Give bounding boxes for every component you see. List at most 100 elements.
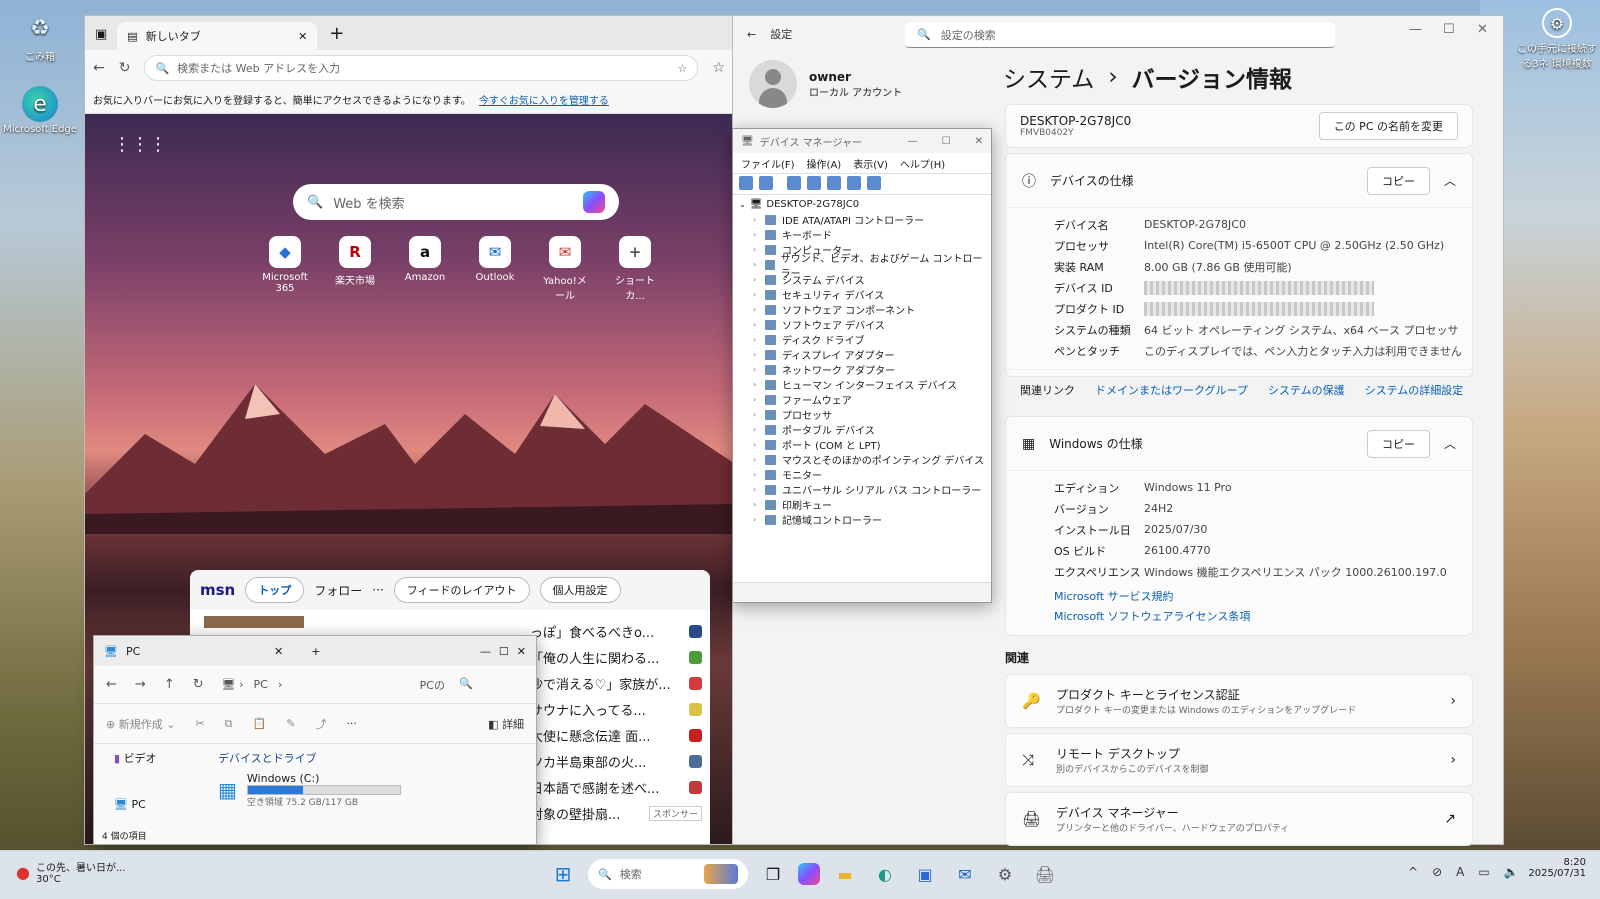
- tree-node[interactable]: › ソフトウェア デバイス: [739, 317, 985, 332]
- chevron-down-icon[interactable]: ⌄: [739, 200, 746, 209]
- new-tab-button[interactable]: +: [329, 23, 344, 44]
- refresh-icon[interactable]: ↻: [193, 677, 204, 692]
- display-icon[interactable]: ▭: [1478, 865, 1489, 879]
- tree-node[interactable]: › プロセッサ: [739, 407, 985, 422]
- volume-icon[interactable]: 🔈: [1504, 865, 1519, 879]
- chevron-right-icon[interactable]: ›: [753, 470, 759, 479]
- related-item[interactable]: ⤨ リモート デスクトップ 別のデバイスからこのデバイスを制御 ›: [1005, 733, 1473, 787]
- minimize-icon[interactable]: —: [1409, 22, 1422, 37]
- news-item[interactable]: サウナに入ってる...: [530, 696, 710, 722]
- chevron-right-icon[interactable]: ›: [753, 440, 759, 449]
- tree-node[interactable]: › ユニバーサル シリアル バス コントローラー: [739, 482, 985, 497]
- tree-node[interactable]: › ソフトウェア コンポーネント: [739, 302, 985, 317]
- tree-node[interactable]: › ネットワーク アダプター: [739, 362, 985, 377]
- group-header[interactable]: デバイスとドライブ: [218, 750, 524, 766]
- view-icon[interactable]: [827, 176, 841, 190]
- news-item[interactable]: 沙で消える♡」家族が...: [530, 670, 710, 696]
- news-item[interactable]: 大使に懸念伝達 面...: [530, 722, 710, 748]
- chevron-right-icon[interactable]: ›: [753, 275, 759, 284]
- close-icon[interactable]: ✕: [975, 136, 983, 147]
- network-icon[interactable]: ⊘: [1432, 865, 1442, 879]
- sidebar-item-video[interactable]: ▮ ビデオ: [114, 750, 206, 772]
- apps-grid-icon[interactable]: ⋮⋮⋮: [113, 134, 167, 155]
- tree-node[interactable]: › IDE ATA/ATAPI コントローラー: [739, 212, 985, 227]
- outlook-icon[interactable]: ✉: [950, 859, 980, 889]
- news-item[interactable]: 日本語で感謝を述べ...: [530, 774, 710, 800]
- manage-favorites-link[interactable]: 今すぐお気に入りを管理する: [479, 92, 609, 107]
- more-icon[interactable]: ···: [372, 583, 383, 597]
- details-button[interactable]: ◧ 詳細: [488, 716, 524, 732]
- sidebar-item-pc[interactable]: 🖥 PC: [114, 798, 206, 811]
- tab-actions-icon[interactable]: ▣: [95, 27, 107, 42]
- ms-license-link[interactable]: Microsoft ソフトウェアライセンス条項: [1054, 608, 1472, 624]
- news-item[interactable]: ツカ半島東部の火...: [530, 748, 710, 774]
- web-search-box[interactable]: 🔍 Web を検索: [293, 184, 619, 220]
- device-spec-header[interactable]: ⓘ デバイスの仕様 コピー ︿: [1006, 154, 1472, 208]
- chevron-up-icon[interactable]: ︿: [1444, 435, 1456, 452]
- start-icon[interactable]: ⊞: [548, 859, 578, 889]
- close-tab-icon[interactable]: ✕: [274, 645, 283, 658]
- link-system-protection[interactable]: システムの保護: [1268, 382, 1345, 398]
- share-icon[interactable]: ⤴: [315, 716, 326, 732]
- tab-follow[interactable]: フォロー: [314, 582, 362, 599]
- edge-icon[interactable]: ◐: [870, 859, 900, 889]
- task-view-icon[interactable]: ❐: [758, 859, 788, 889]
- paste-icon[interactable]: 📋: [253, 717, 267, 730]
- news-thumbnail[interactable]: [204, 616, 304, 628]
- explorer-search[interactable]: PCの 🔍: [420, 677, 473, 693]
- tree-node[interactable]: › ディスプレイ アダプター: [739, 347, 985, 362]
- address-path[interactable]: 🖥 › PC ›: [222, 678, 402, 691]
- tree-node[interactable]: › 記憶域コントローラー: [739, 512, 985, 527]
- chevron-up-icon[interactable]: ^: [1408, 865, 1418, 879]
- news-item[interactable]: 「俺の人生に関わる...: [530, 644, 710, 670]
- close-icon[interactable]: ✕: [1477, 22, 1488, 37]
- taskbar-search[interactable]: 🔍 検索: [588, 859, 748, 889]
- tab-top[interactable]: トップ: [245, 577, 305, 603]
- chevron-right-icon[interactable]: ›: [753, 365, 759, 374]
- quick-link-tile[interactable]: R 楽天市場: [330, 236, 380, 302]
- properties-icon[interactable]: [787, 176, 801, 190]
- menu-action[interactable]: 操作(A): [807, 156, 842, 171]
- tree-node[interactable]: › セキュリティ デバイス: [739, 287, 985, 302]
- tree-node[interactable]: › サウンド、ビデオ、およびゲーム コントローラー: [739, 254, 985, 280]
- more-icon[interactable]: ···: [346, 717, 357, 730]
- msn-logo[interactable]: msn: [200, 581, 235, 599]
- maximize-icon[interactable]: ☐: [942, 136, 951, 147]
- chevron-right-icon[interactable]: ›: [753, 215, 759, 224]
- chevron-right-icon[interactable]: ›: [753, 425, 759, 434]
- ime-icon[interactable]: A: [1456, 865, 1464, 879]
- quick-link-tile[interactable]: a Amazon: [400, 236, 450, 302]
- back-icon[interactable]: [739, 176, 753, 190]
- chevron-right-icon[interactable]: ›: [753, 410, 759, 419]
- tree-node[interactable]: › モニター: [739, 467, 985, 482]
- desktop-remote-shortcut[interactable]: ⚙ この手元に接続する3ネ 環境複数: [1517, 8, 1597, 70]
- quick-link-tile[interactable]: ◆ Microsoft 365: [260, 236, 310, 302]
- personalize-button[interactable]: 個人用設定: [539, 577, 621, 603]
- chevron-right-icon[interactable]: ›: [753, 515, 759, 524]
- up-icon[interactable]: ↑: [164, 677, 175, 692]
- link-advanced-settings[interactable]: システムの詳細設定: [1365, 382, 1464, 398]
- copilot-icon[interactable]: [798, 863, 820, 885]
- link-domain[interactable]: ドメインまたはワークグループ: [1095, 382, 1248, 398]
- settings-icon[interactable]: ⚙: [990, 859, 1020, 889]
- close-tab-icon[interactable]: ✕: [298, 30, 307, 43]
- tree-node[interactable]: › ヒューマン インターフェイス デバイス: [739, 377, 985, 392]
- back-icon[interactable]: ←: [106, 677, 117, 692]
- forward-icon[interactable]: [759, 176, 773, 190]
- news-item[interactable]: 対象の壁掛扇... スポンサー: [530, 800, 710, 826]
- favorite-star-icon[interactable]: ☆: [678, 62, 688, 75]
- tree-root[interactable]: ⌄ 🖥 DESKTOP-2G78JC0: [739, 197, 985, 212]
- tree-node[interactable]: › ファームウェア: [739, 392, 985, 407]
- rename-pc-button[interactable]: この PC の名前を変更: [1318, 112, 1458, 140]
- chevron-right-icon[interactable]: ›: [753, 230, 759, 239]
- settings-search[interactable]: 🔍 設定の検索: [905, 22, 1335, 48]
- tree-node[interactable]: › ポータブル デバイス: [739, 422, 985, 437]
- back-icon[interactable]: ←: [747, 28, 756, 41]
- file-explorer-icon[interactable]: ▬: [830, 859, 860, 889]
- menu-file[interactable]: ファイル(F): [741, 156, 795, 171]
- chevron-right-icon[interactable]: ›: [753, 455, 759, 464]
- maximize-icon[interactable]: ☐: [499, 645, 509, 658]
- tree-node[interactable]: › 印刷キュー: [739, 497, 985, 512]
- chevron-right-icon[interactable]: ›: [753, 500, 759, 509]
- new-tab-button[interactable]: +: [311, 645, 320, 658]
